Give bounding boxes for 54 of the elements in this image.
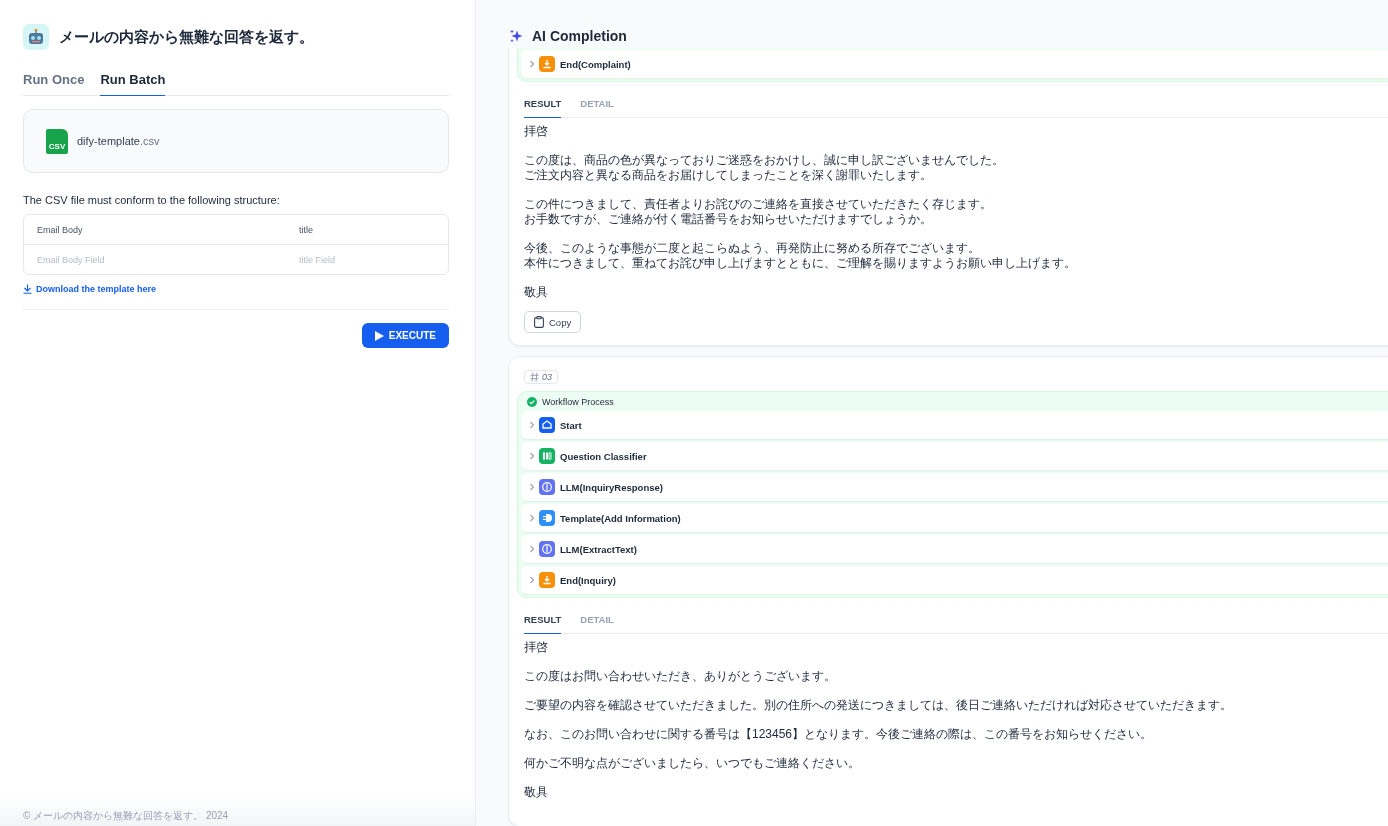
check-circle-icon — [527, 397, 537, 407]
mode-tab[interactable]: Run Once — [23, 68, 85, 96]
file-name: dify-template.csv — [77, 135, 160, 147]
workflow-node[interactable]: End(Complaint) — [521, 50, 1388, 78]
result-text-line: この件につきまして、責任者よりお詫びのご連絡を直接させていただきたく存じます。 — [524, 197, 992, 212]
panel-title: AI Completion — [532, 28, 627, 44]
result-text-line: お手数ですが、ご連絡が付く電話番号をお知らせいただけますでしょうか。 — [524, 212, 932, 227]
workflow-node[interactable]: LLM(InquiryResponse) — [521, 473, 1388, 501]
download-icon — [23, 284, 32, 294]
workflow-node[interactable]: Template(Add Information) — [521, 504, 1388, 532]
llm-node-icon — [539, 479, 555, 495]
result-tab[interactable]: RESULT — [524, 610, 562, 634]
template-node-icon — [539, 510, 555, 526]
clipboard-icon — [534, 316, 544, 328]
workflow-node[interactable]: Start — [521, 411, 1388, 439]
end-node-icon — [539, 56, 555, 72]
result-text-line: 敬具 — [524, 285, 548, 300]
result-text-line: 敬具 — [524, 785, 548, 800]
column-header: title — [298, 224, 314, 235]
result-text-line: 拝啓 — [524, 640, 548, 655]
result-text-line: この度はお問い合わせいただき、ありがとうございます。 — [524, 669, 836, 684]
app-title: メールの内容から無難な回答を返す。 — [59, 27, 314, 47]
download-link[interactable]: Download the template here — [23, 284, 157, 294]
run-index: 03 — [524, 370, 558, 384]
result-text-line: なお、このお問い合わせに関する番号は【123456】となります。今後ご連絡の際は、この番号をお知らせください。 — [524, 727, 1153, 742]
hash-icon — [530, 372, 539, 382]
workflow-node[interactable]: Question Classifier — [521, 442, 1388, 470]
llm-node-icon — [539, 541, 555, 557]
workflow-title: Workflow Process — [542, 397, 614, 407]
workflow-node[interactable]: End(Inquiry) — [521, 566, 1388, 594]
result-text-line: ご注文内容と異なる商品をお届けしてしまったことを深く謝罪いたします。 — [524, 168, 932, 183]
result-text-line: この度は、商品の色が異なっておりご迷惑をおかけし、誠に申し訳ございませんでした。 — [524, 153, 1004, 168]
column-header: Email Body — [36, 224, 84, 235]
result-tab[interactable]: RESULT — [524, 94, 562, 118]
result-text-line: 拝啓 — [524, 124, 548, 139]
result-text-line: 本件につきまして、重ねてお詫び申し上げますとともに、ご理解を賜りますようお願い申し上げます。 — [524, 256, 1076, 271]
result-text-line: 何かご不明な点がございましたら、いつでもご連絡ください。 — [524, 756, 860, 771]
copyright-text: © メールの内容から無難な回答を返す。 2024 — [23, 809, 229, 823]
result-text-line: ご要望の内容を確認させていただきました。別の住所への発送につきましては、後日ご連絡いただければ対応させていただきます。 — [524, 698, 1232, 713]
mode-tab[interactable]: Run Batch — [100, 68, 166, 96]
table-cell-text: Email Body Field — [36, 254, 106, 265]
result-text-line: 今後、このような事態が二度と起こらぬよう、再発防止に努める所存でございます。 — [524, 241, 980, 256]
robot-icon — [23, 24, 49, 50]
table-cell-text: title Field — [298, 254, 336, 265]
classifier-node-icon — [539, 448, 555, 464]
copy-button[interactable]: Copy — [524, 311, 582, 333]
workflow-node[interactable]: LLM(ExtractText) — [521, 535, 1388, 563]
structure-note: The CSV file must conform to the following structure: — [23, 194, 281, 206]
csv-file-icon: CSV — [46, 128, 68, 154]
sparkle-icon — [509, 29, 523, 43]
end-node-icon — [539, 572, 555, 588]
play-icon — [374, 330, 384, 341]
execute-button[interactable]: EXECUTE — [361, 323, 449, 348]
start-node-icon — [539, 417, 555, 433]
